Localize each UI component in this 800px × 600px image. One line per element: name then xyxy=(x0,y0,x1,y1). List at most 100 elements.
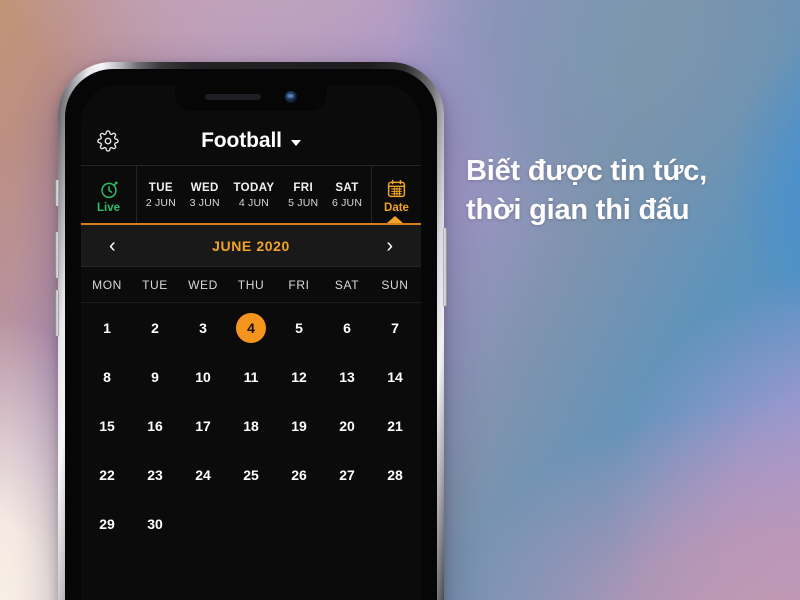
calendar-day-cell[interactable]: 18 xyxy=(227,411,275,441)
calendar-day-number: 10 xyxy=(195,368,211,385)
stopwatch-icon xyxy=(100,181,118,198)
calendar-day-cell[interactable]: 25 xyxy=(227,460,275,490)
day-date: 5 JUN xyxy=(288,197,319,209)
day-name: FRI xyxy=(293,182,314,194)
calendar-icon xyxy=(387,179,406,197)
phone-mockup: Football Live TUE 2 JUN WED 3 JUN TODAY … xyxy=(55,62,447,600)
calendar-day-number: 9 xyxy=(151,368,159,385)
calendar-day-number: 30 xyxy=(147,515,163,532)
calendar-week-row: 29 30 xyxy=(83,499,419,548)
date-strip-day[interactable]: SAT 6 JUN xyxy=(332,182,362,209)
calendar-day-cell[interactable]: 19 xyxy=(275,411,323,441)
calendar-day-number: 11 xyxy=(243,368,259,385)
calendar-day-cell-selected[interactable]: 4 xyxy=(227,312,275,343)
day-name: SAT xyxy=(335,182,359,194)
tab-date-label: Date xyxy=(384,201,409,214)
date-strip-underline xyxy=(81,223,421,225)
date-strip-day[interactable]: FRI 5 JUN xyxy=(288,182,318,209)
front-camera-icon xyxy=(285,91,297,103)
settings-button[interactable] xyxy=(95,128,121,154)
prev-month-button[interactable]: ‹ xyxy=(101,234,124,258)
calendar-day-number: 5 xyxy=(295,319,303,336)
calendar-day-cell[interactable]: 14 xyxy=(371,362,419,392)
mute-switch[interactable] xyxy=(55,180,59,206)
calendar-day-number: 6 xyxy=(343,319,351,336)
calendar-day-cell[interactable]: 16 xyxy=(131,411,179,441)
calendar-day-cell[interactable]: 3 xyxy=(179,313,227,343)
weekday-label: FRI xyxy=(288,277,310,292)
calendar-day-cell[interactable]: 24 xyxy=(179,460,227,490)
gear-icon xyxy=(97,130,119,152)
day-date: 3 JUN xyxy=(189,197,220,209)
weekday-label: SUN xyxy=(381,277,409,292)
day-date: 2 JUN xyxy=(145,197,176,209)
volume-down-button[interactable] xyxy=(55,290,59,336)
date-strip-day[interactable]: TUE 2 JUN xyxy=(146,182,176,209)
calendar-day-cell[interactable]: 21 xyxy=(371,411,419,441)
calendar-day-cell[interactable]: 9 xyxy=(131,362,179,392)
volume-up-button[interactable] xyxy=(55,232,59,278)
calendar-day-cell[interactable]: 5 xyxy=(275,313,323,343)
calendar-day-cell-empty xyxy=(227,509,275,539)
calendar-day-cell-empty xyxy=(275,509,323,539)
app-title-dropdown[interactable]: Football xyxy=(81,117,421,165)
date-tab-pointer-icon xyxy=(387,216,403,223)
calendar-day-cell[interactable]: 15 xyxy=(83,411,131,441)
weekday-label: THU xyxy=(237,277,265,292)
calendar-day-cell[interactable]: 6 xyxy=(323,313,371,343)
calendar-day-number: 16 xyxy=(147,417,163,434)
calendar-day-number: 4 xyxy=(236,312,266,343)
calendar-day-number: 2 xyxy=(151,319,159,336)
calendar-day-cell-empty xyxy=(371,509,419,539)
calendar-day-number: 28 xyxy=(387,466,403,483)
next-month-button[interactable]: › xyxy=(378,234,401,258)
date-strip-day[interactable]: WED 3 JUN xyxy=(190,182,220,209)
calendar-day-number: 12 xyxy=(291,368,307,385)
weekday-label: MON xyxy=(92,277,122,292)
calendar-day-cell[interactable]: 27 xyxy=(323,460,371,490)
calendar-day-cell[interactable]: 10 xyxy=(179,362,227,392)
calendar-day-cell[interactable]: 7 xyxy=(371,313,419,343)
calendar-day-cell[interactable]: 17 xyxy=(179,411,227,441)
calendar-day-cell[interactable]: 22 xyxy=(83,460,131,490)
date-strip-day-today[interactable]: TODAY 4 JUN xyxy=(233,182,274,209)
calendar-day-number: 26 xyxy=(291,466,307,483)
calendar-day-cell[interactable]: 8 xyxy=(83,362,131,392)
calendar-day-number: 23 xyxy=(147,466,163,483)
calendar-week-row: 22 23 24 25 26 27 28 xyxy=(83,450,419,499)
calendar-day-cell[interactable]: 23 xyxy=(131,460,179,490)
tab-live-label: Live xyxy=(96,201,120,214)
day-name: TUE xyxy=(148,182,173,194)
calendar-day-cell[interactable]: 28 xyxy=(371,460,419,490)
calendar-day-number: 15 xyxy=(99,417,115,434)
calendar-day-cell[interactable]: 26 xyxy=(275,460,323,490)
calendar-day-cell[interactable]: 20 xyxy=(323,411,371,441)
headline-line-2: thời gian thi đấu xyxy=(466,193,690,226)
earpiece-speaker-icon xyxy=(205,94,261,100)
caret-down-icon xyxy=(290,139,301,146)
calendar-day-cell[interactable]: 30 xyxy=(131,509,179,539)
date-strip: Live TUE 2 JUN WED 3 JUN TODAY 4 JUN FRI… xyxy=(81,165,421,225)
calendar-day-number: 13 xyxy=(339,368,355,385)
calendar-day-cell[interactable]: 1 xyxy=(83,313,131,343)
calendar-month-label: JUNE 2020 xyxy=(212,237,290,254)
weekday-label: TUE xyxy=(142,277,168,292)
calendar-day-number: 25 xyxy=(243,466,259,483)
calendar-day-cell[interactable]: 29 xyxy=(83,509,131,539)
weekday-label: SAT xyxy=(334,277,360,292)
calendar-day-cell[interactable]: 2 xyxy=(131,313,179,343)
phone-screen: Football Live TUE 2 JUN WED 3 JUN TODAY … xyxy=(81,85,421,600)
calendar-day-number: 21 xyxy=(387,417,403,434)
calendar-day-number: 8 xyxy=(103,368,111,385)
calendar-day-cell[interactable]: 12 xyxy=(275,362,323,392)
calendar-day-cell[interactable]: 11 xyxy=(227,362,275,392)
calendar-day-cell[interactable]: 13 xyxy=(323,362,371,392)
headline-line-1: Biết được tin tức, xyxy=(466,155,708,187)
tab-live[interactable]: Live xyxy=(81,166,137,225)
power-button[interactable] xyxy=(443,228,447,306)
page-title: Football xyxy=(201,129,282,152)
app-topbar: Football xyxy=(81,117,421,165)
calendar-day-cell-empty xyxy=(323,509,371,539)
day-name: TODAY xyxy=(233,182,275,194)
calendar-day-number: 14 xyxy=(387,368,403,385)
